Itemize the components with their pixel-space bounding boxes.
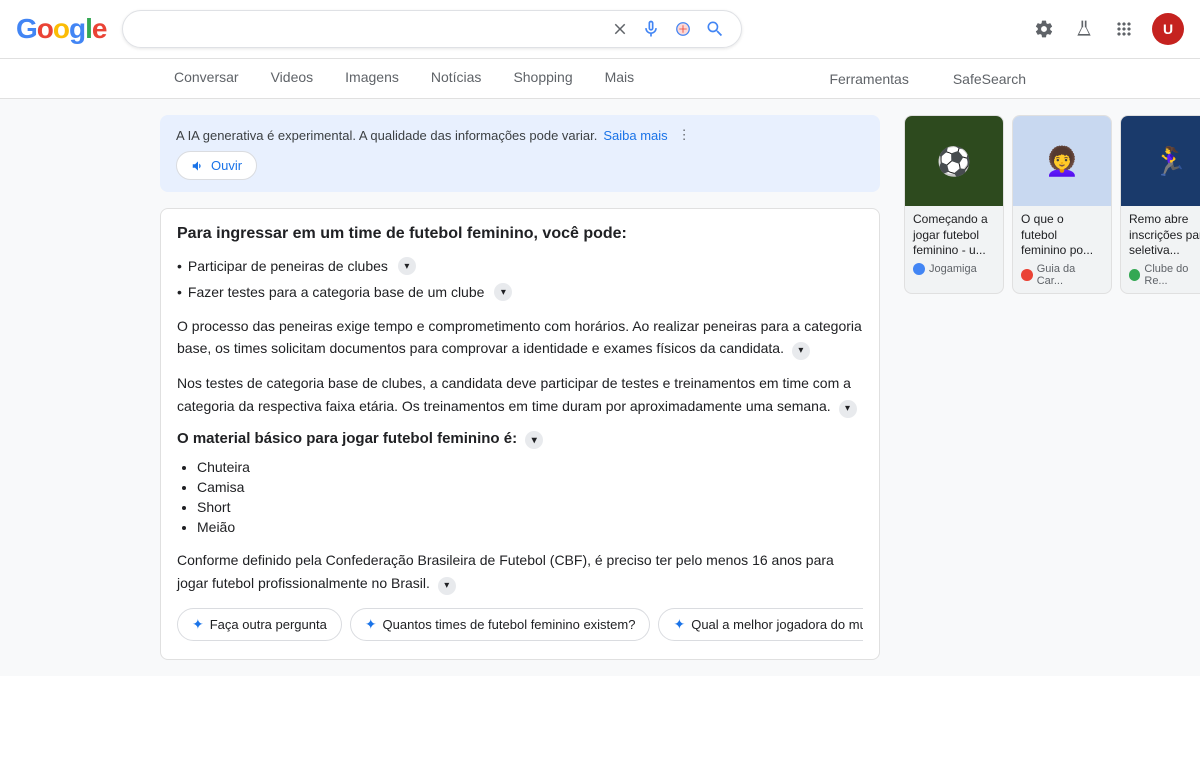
- lens-search-button[interactable]: [673, 19, 693, 39]
- image-card-1[interactable]: ⚽ Começando a jogar futebol feminino - u…: [904, 115, 1004, 294]
- image-title-2: O que o futebol feminino po...: [1021, 212, 1103, 259]
- settings-icon[interactable]: [1032, 17, 1056, 41]
- image-1: ⚽: [905, 116, 1003, 206]
- material-item-1: Chuteira: [197, 457, 863, 477]
- chip-label-1: Quantos times de futebol feminino existe…: [383, 617, 636, 632]
- ai-answer-title: Para ingressar em um time de futebol fem…: [177, 225, 863, 243]
- expand-icon-para1[interactable]: ▾: [792, 342, 810, 360]
- list-text-1: Participar de peneiras de clubes: [188, 258, 388, 274]
- ai-list: • Participar de peneiras de clubes ▾ • F…: [177, 255, 863, 303]
- google-search-button[interactable]: [705, 19, 725, 39]
- image-source-label-3: Clube do Re...: [1144, 263, 1200, 287]
- expand-icon-1[interactable]: ▾: [398, 257, 416, 275]
- tab-mais[interactable]: Mais: [591, 59, 649, 98]
- tab-imagens[interactable]: Imagens: [331, 59, 413, 98]
- image-card-3[interactable]: 🏃‍♀️ Remo abre inscrições para seletiva.…: [1120, 115, 1200, 294]
- apps-icon[interactable]: [1112, 17, 1136, 41]
- search-icons: [611, 19, 725, 39]
- list-item-1: • Participar de peneiras de clubes ▾: [177, 255, 863, 277]
- ouvir-label: Ouvir: [211, 158, 242, 173]
- main-content: A IA generativa é experimental. A qualid…: [0, 99, 1200, 676]
- nav-ferramentas[interactable]: Ferramentas: [815, 61, 922, 97]
- chip-faca-outra-pergunta[interactable]: ✦ Faça outra pergunta: [177, 608, 342, 641]
- right-column: ⚽ Começando a jogar futebol feminino - u…: [904, 115, 1200, 660]
- nav-right: Ferramentas SafeSearch: [815, 61, 1040, 97]
- nav-tabs: Conversar Videos Imagens Notícias Shoppi…: [0, 59, 1200, 99]
- image-source-1: Jogamiga: [913, 263, 995, 275]
- ai-paragraph-2: Nos testes de categoria base de clubes, …: [177, 372, 863, 417]
- material-item-4: Meião: [197, 517, 863, 537]
- chip-label-2: Qual a melhor jogadora do mundo?: [691, 617, 863, 632]
- saiba-mais-link[interactable]: Saiba mais: [603, 128, 667, 143]
- image-2: 👩‍🦱: [1013, 116, 1111, 206]
- search-input[interactable]: como ingressar em um time de futebol fem…: [139, 20, 603, 38]
- search-bar: como ingressar em um time de futebol fem…: [122, 10, 742, 48]
- image-caption-2: O que o futebol feminino po... Guia da C…: [1013, 206, 1111, 293]
- material-item-3: Short: [197, 497, 863, 517]
- voice-search-button[interactable]: [641, 19, 661, 39]
- source-dot-1: [913, 263, 925, 275]
- list-bullet-2: •: [177, 284, 182, 300]
- header-right: U: [1032, 13, 1184, 45]
- list-bullet-1: •: [177, 258, 182, 274]
- ai-banner-text: A IA generativa é experimental. A qualid…: [176, 127, 864, 143]
- ouvir-button[interactable]: Ouvir: [176, 151, 257, 180]
- tab-videos[interactable]: Videos: [257, 59, 328, 98]
- avatar[interactable]: U: [1152, 13, 1184, 45]
- chat-icon-2: ✦: [673, 616, 685, 633]
- image-title-1: Começando a jogar futebol feminino - u..…: [913, 212, 995, 259]
- chips-and-feedback: ✦ Faça outra pergunta ✦ Quantos times de…: [177, 607, 863, 643]
- header: Google como ingressar em um time de fute…: [0, 0, 1200, 59]
- material-item-2: Camisa: [197, 477, 863, 497]
- image-caption-3: Remo abre inscrições para seletiva... Cl…: [1121, 206, 1200, 293]
- images-container: ⚽ Começando a jogar futebol feminino - u…: [904, 115, 1200, 294]
- ai-answer-box: Para ingressar em um time de futebol fem…: [160, 208, 880, 660]
- expand-icon-para2[interactable]: ▾: [839, 400, 857, 418]
- image-title-3: Remo abre inscrições para seletiva...: [1129, 212, 1200, 259]
- chip-label-0: Faça outra pergunta: [210, 617, 327, 632]
- ai-banner: A IA generativa é experimental. A qualid…: [160, 115, 880, 192]
- chat-icon-1: ✦: [365, 616, 377, 633]
- image-3: 🏃‍♀️: [1121, 116, 1200, 206]
- image-card-2[interactable]: 👩‍🦱 O que o futebol feminino po... Guia …: [1012, 115, 1112, 294]
- tab-noticias[interactable]: Notícias: [417, 59, 496, 98]
- image-source-label-1: Jogamiga: [929, 263, 977, 275]
- left-column: A IA generativa é experimental. A qualid…: [160, 115, 880, 660]
- expand-icon-para3[interactable]: ▾: [438, 577, 456, 595]
- chip-quantos-times[interactable]: ✦ Quantos times de futebol feminino exis…: [350, 608, 651, 641]
- more-options-icon[interactable]: ⋮: [678, 127, 691, 143]
- ai-paragraph-3: Conforme definido pela Confederação Bras…: [177, 549, 863, 594]
- clear-search-button[interactable]: [611, 20, 629, 38]
- images-row: ⚽ Começando a jogar futebol feminino - u…: [904, 115, 1200, 294]
- source-dot-2: [1021, 269, 1033, 281]
- labs-icon[interactable]: [1072, 17, 1096, 41]
- source-dot-3: [1129, 269, 1140, 281]
- tab-conversar[interactable]: Conversar: [160, 59, 253, 98]
- sparkle-icon: ✦: [192, 616, 204, 633]
- tab-shopping[interactable]: Shopping: [499, 59, 586, 98]
- material-section-title: O material básico para jogar futebol fem…: [177, 430, 863, 450]
- google-logo: Google: [16, 13, 106, 45]
- expand-icon-2[interactable]: ▾: [494, 283, 512, 301]
- expand-icon-material[interactable]: ▾: [525, 431, 543, 449]
- material-list: Chuteira Camisa Short Meião: [177, 457, 863, 537]
- nav-safesearch[interactable]: SafeSearch: [939, 61, 1040, 97]
- list-text-2: Fazer testes para a categoria base de um…: [188, 284, 485, 300]
- image-source-label-2: Guia da Car...: [1037, 263, 1103, 287]
- image-source-2: Guia da Car...: [1021, 263, 1103, 287]
- list-item-2: • Fazer testes para a categoria base de …: [177, 281, 863, 303]
- image-caption-1: Começando a jogar futebol feminino - u..…: [905, 206, 1003, 281]
- chip-melhor-jogadora[interactable]: ✦ Qual a melhor jogadora do mundo?: [658, 608, 863, 641]
- ai-banner-message: A IA generativa é experimental. A qualid…: [176, 128, 597, 143]
- image-source-3: Clube do Re...: [1129, 263, 1200, 287]
- ai-paragraph-1: O processo das peneiras exige tempo e co…: [177, 315, 863, 360]
